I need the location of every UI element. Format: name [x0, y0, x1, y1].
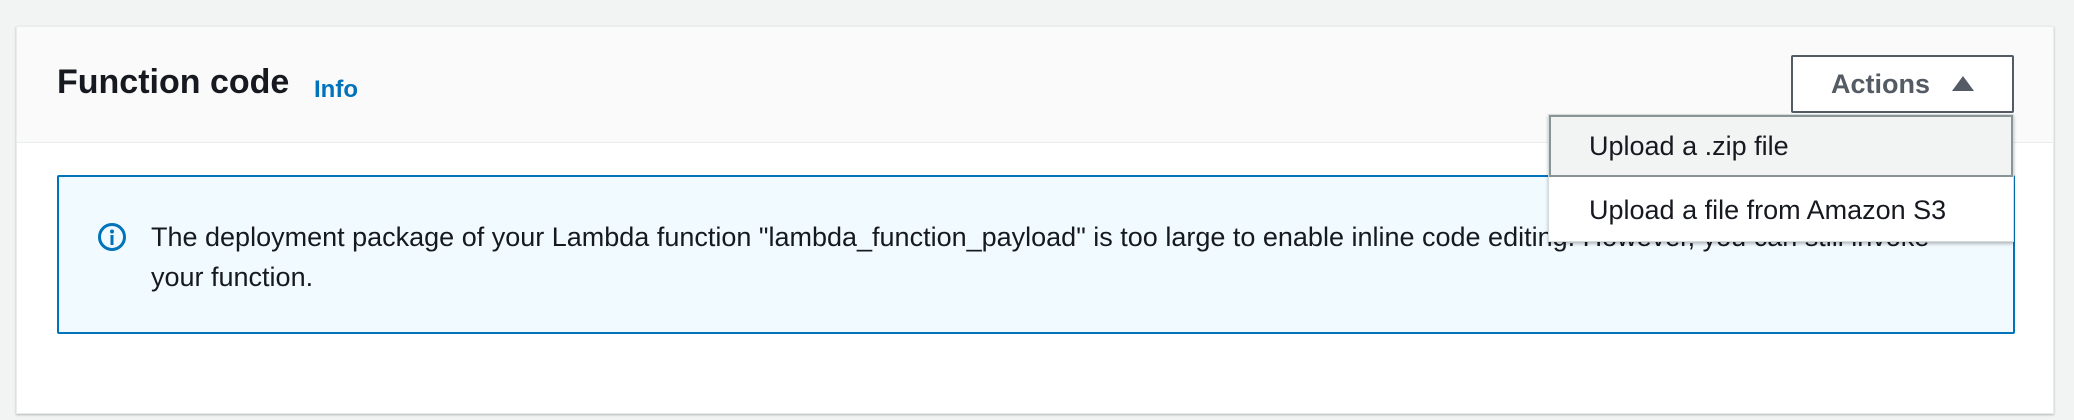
info-icon — [97, 222, 127, 252]
menu-item-upload-zip[interactable]: Upload a .zip file — [1549, 115, 2013, 177]
menu-item-upload-s3[interactable]: Upload a file from Amazon S3 — [1549, 179, 2013, 241]
actions-button-label: Actions — [1830, 68, 1930, 99]
panel-title: Function code — [57, 63, 290, 101]
info-link[interactable]: Info — [314, 78, 358, 102]
caret-up-icon — [1952, 75, 1974, 91]
actions-button[interactable]: Actions — [1791, 55, 2014, 113]
actions-dropdown-menu: Upload a .zip file Upload a file from Am… — [1548, 114, 2014, 242]
